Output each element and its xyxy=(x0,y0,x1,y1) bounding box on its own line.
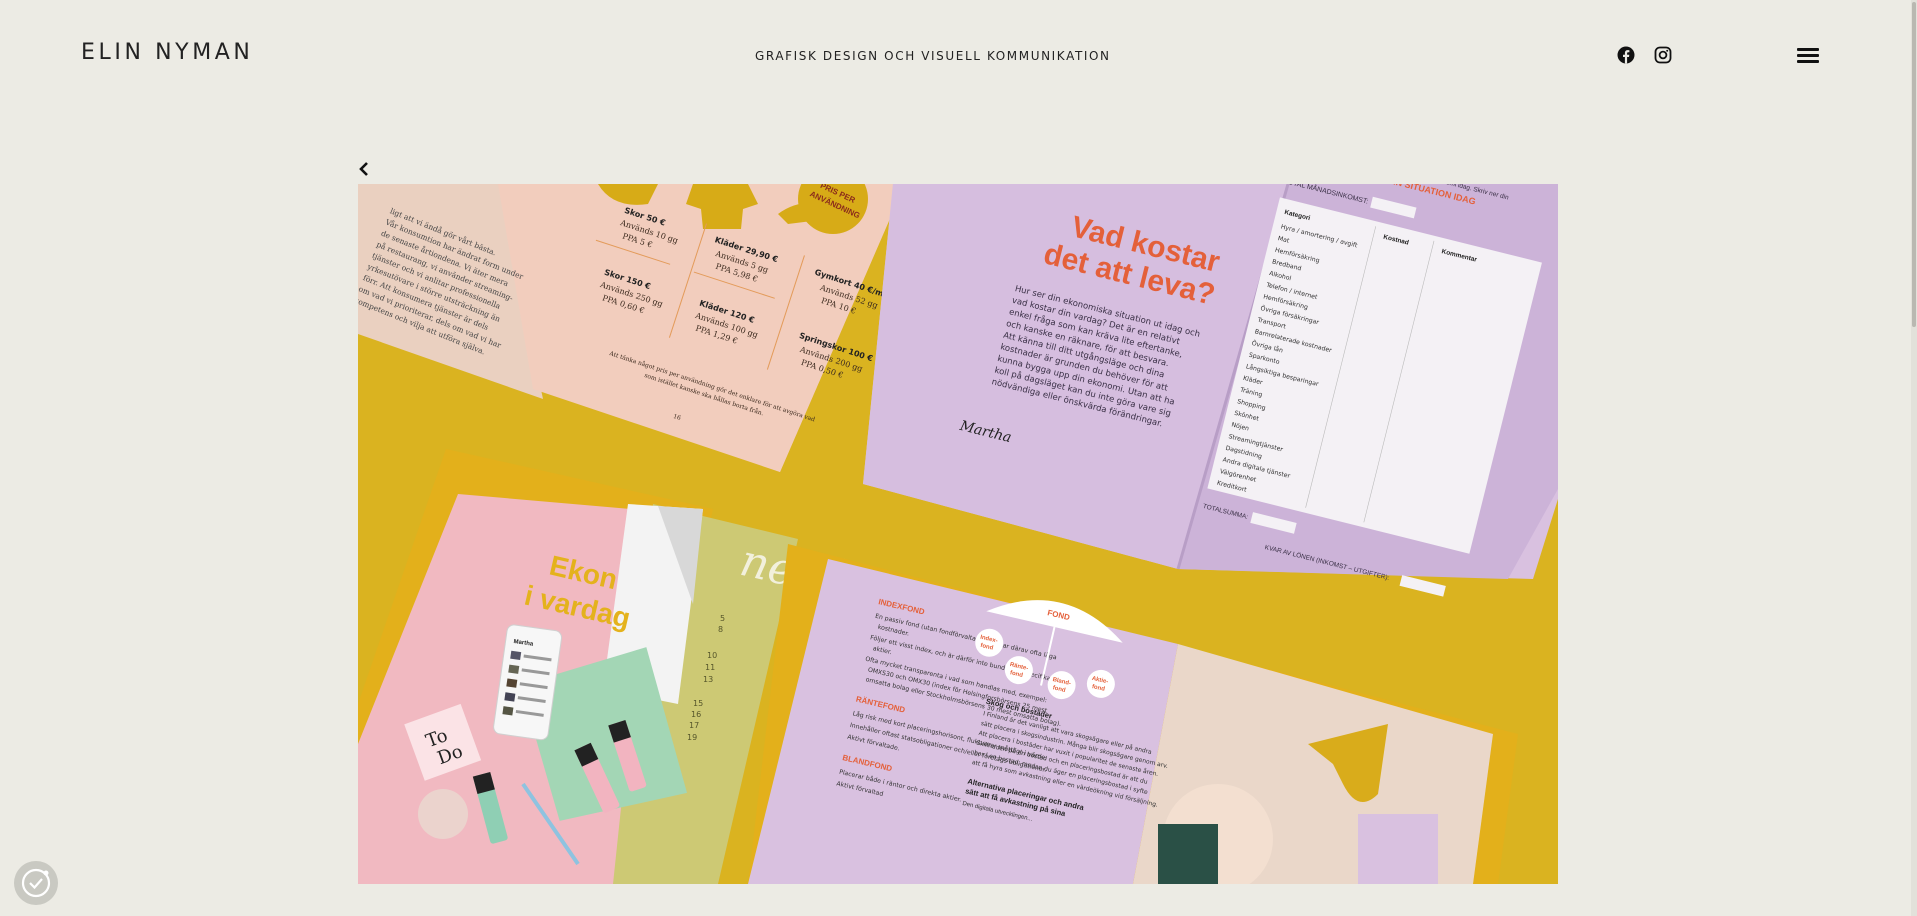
chevron-left-icon[interactable] xyxy=(357,161,371,177)
cookie-settings-icon[interactable] xyxy=(14,861,58,905)
svg-text:11: 11 xyxy=(705,663,715,672)
site-header: ELIN NYMAN GRAFISK DESIGN OCH VISUELL KO… xyxy=(0,0,1917,110)
svg-text:8: 8 xyxy=(718,625,723,634)
svg-text:5: 5 xyxy=(720,614,725,623)
svg-text:10: 10 xyxy=(707,651,717,660)
svg-text:19: 19 xyxy=(687,733,697,742)
svg-text:15: 15 xyxy=(693,699,703,708)
page-scrollbar-thumb[interactable] xyxy=(1912,2,1916,327)
svg-text:17: 17 xyxy=(689,721,699,730)
svg-text:16: 16 xyxy=(691,710,701,719)
site-logo[interactable]: ELIN NYMAN xyxy=(81,40,253,65)
project-image-gallery[interactable]: ligt att vi ändå gör vårt bästa. Vår kon… xyxy=(358,184,1558,884)
svg-text:13: 13 xyxy=(703,675,713,684)
hamburger-menu-icon[interactable] xyxy=(1797,48,1819,64)
brochure-mockup-image: ligt att vi ändå gör vårt bästa. Vår kon… xyxy=(358,184,1558,884)
instagram-icon[interactable] xyxy=(1654,46,1672,64)
site-tagline: GRAFISK DESIGN OCH VISUELL KOMMUNIKATION xyxy=(755,49,1111,63)
facebook-icon[interactable] xyxy=(1617,46,1635,64)
